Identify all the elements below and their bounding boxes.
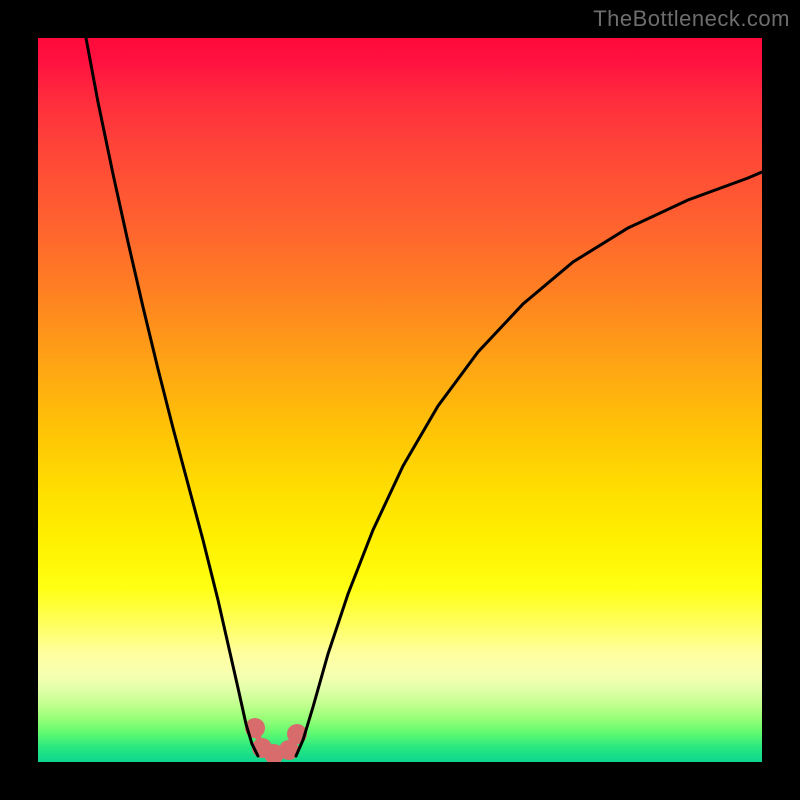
curve-left [86,38,258,756]
chart-frame: TheBottleneck.com [0,0,800,800]
watermark-text: TheBottleneck.com [593,6,790,32]
curve-layer [38,38,762,762]
curve-right [296,172,762,756]
plot-area [38,38,762,762]
